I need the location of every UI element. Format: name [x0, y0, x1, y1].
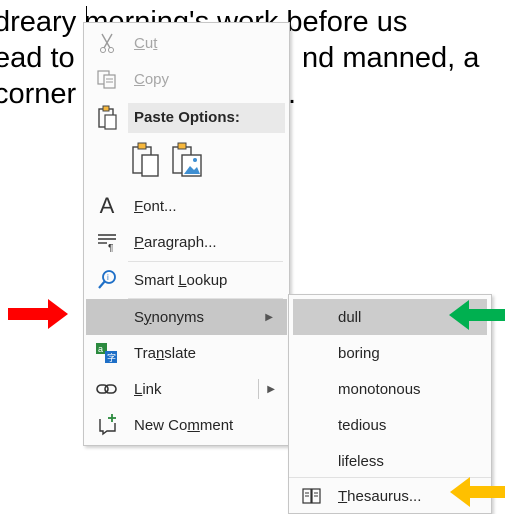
- paste-options-label: Paste Options:: [134, 109, 240, 126]
- menu-item-synonyms[interactable]: Synonyms ▶: [86, 299, 287, 335]
- clipboard-icon: [94, 103, 120, 133]
- new-comment-label: New Comment: [134, 416, 234, 434]
- menu-item-cut[interactable]: Cut: [84, 25, 289, 61]
- thesaurus-label: Thesaurus...: [338, 487, 422, 505]
- svg-text:字: 字: [107, 352, 116, 363]
- font-label: Font...: [134, 197, 177, 215]
- magnifier-icon: i: [94, 267, 120, 293]
- context-menu: Cut Copy Paste Options: A Font... ¶ Para…: [83, 22, 290, 446]
- doc-line-3: corner: [0, 78, 77, 110]
- svg-text:a: a: [98, 344, 103, 354]
- copy-icon: [94, 66, 120, 92]
- link-label: Link: [134, 380, 162, 398]
- paragraph-label: Paragraph...: [134, 233, 217, 251]
- red-arrow-icon: [8, 299, 68, 329]
- paste-picture-icon: [172, 142, 202, 177]
- synonym-label: tedious: [338, 416, 387, 434]
- menu-item-translate[interactable]: a字 Translate: [84, 335, 289, 371]
- yellow-arrow-icon: [450, 477, 505, 507]
- menu-item-link[interactable]: Link ▶: [84, 371, 289, 407]
- synonym-item[interactable]: monotonous: [289, 371, 491, 407]
- translate-icon: a字: [94, 340, 120, 366]
- svg-text:¶: ¶: [108, 243, 113, 252]
- synonym-label: dull: [338, 308, 362, 326]
- synonym-item[interactable]: lifeless: [289, 443, 491, 479]
- svg-text:i: i: [107, 273, 109, 282]
- synonym-label: boring: [338, 344, 380, 362]
- link-icon: [94, 376, 120, 402]
- translate-label: Translate: [134, 344, 196, 362]
- synonym-item[interactable]: boring: [289, 335, 491, 371]
- menu-item-smart-lookup[interactable]: i Smart Lookup: [84, 262, 289, 298]
- synonyms-label: Synonyms: [134, 308, 205, 326]
- paragraph-icon: ¶: [94, 229, 120, 255]
- smart-lookup-label: Smart Lookup: [134, 271, 228, 289]
- copy-label: Copy: [134, 70, 170, 88]
- synonym-item[interactable]: tedious: [289, 407, 491, 443]
- menu-item-copy[interactable]: Copy: [84, 61, 289, 97]
- cut-label: Cut: [134, 34, 158, 52]
- paste-keep-text-button[interactable]: [130, 141, 162, 179]
- scissors-icon: [94, 30, 120, 56]
- book-icon: [299, 483, 325, 509]
- menu-item-paragraph[interactable]: ¶ Paragraph...: [84, 224, 289, 260]
- paste-picture-button[interactable]: [170, 141, 204, 179]
- synonym-label: lifeless: [338, 452, 384, 470]
- split-divider: [258, 379, 259, 399]
- comment-icon: [94, 412, 120, 438]
- submenu-arrow-icon: ▶: [265, 311, 273, 323]
- synonym-label: monotonous: [338, 380, 421, 398]
- menu-item-font[interactable]: A Font...: [84, 188, 289, 224]
- menu-item-new-comment[interactable]: New Comment: [84, 407, 289, 443]
- submenu-arrow-icon[interactable]: ▶: [267, 384, 275, 395]
- doc-line-2b: nd manned, a: [302, 42, 480, 74]
- green-arrow-icon: [449, 300, 505, 330]
- paste-options-header: Paste Options:: [128, 103, 285, 133]
- paste-keep-text-icon: [132, 142, 159, 177]
- font-icon: A: [99, 193, 115, 218]
- doc-line-2: ead to: [0, 42, 75, 74]
